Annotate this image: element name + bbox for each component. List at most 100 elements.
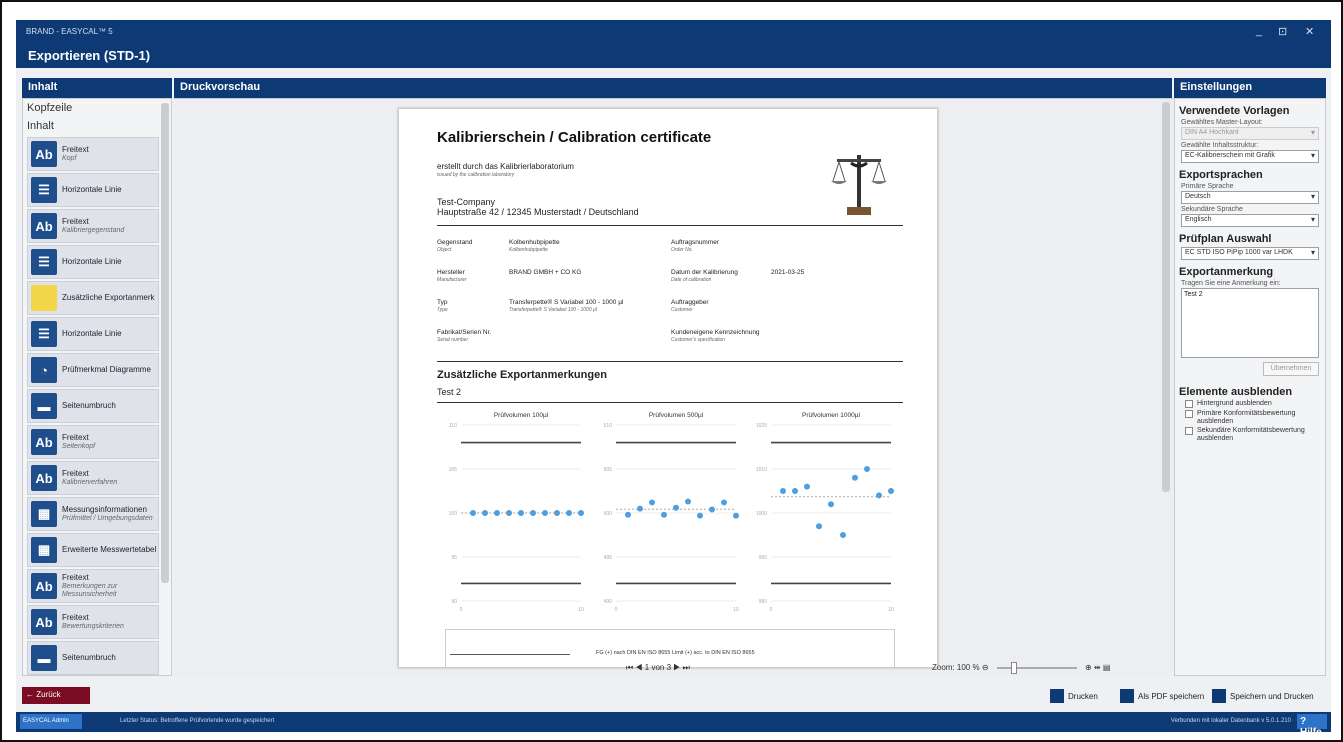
text-icon: Ab — [31, 465, 57, 491]
content-panel: Kopfzeile Inhalt Ab Freitext Kopf ☰ Horizont… — [22, 98, 172, 676]
print-button[interactable]: Drucken — [1050, 687, 1098, 705]
back-button[interactable]: ← Zurück — [22, 687, 90, 704]
content-item[interactable]: ▬ Seitenumbruch — [27, 389, 159, 423]
minimize-button[interactable]: _ — [1256, 25, 1262, 37]
close-button[interactable]: ✕ — [1305, 25, 1314, 38]
data-point — [470, 510, 476, 516]
chart-title: Prüfvolumen 100µl — [494, 412, 549, 419]
scales-logo-icon — [831, 155, 887, 215]
content-item-label: Zusätzliche Exportanmerk — [62, 293, 155, 303]
content-item[interactable]: Ab Freitext Kopf — [27, 137, 159, 171]
line-icon: ☰ — [31, 321, 57, 347]
field-key-en: Order No. — [671, 247, 693, 253]
restore-button[interactable]: ⊡ — [1278, 25, 1287, 38]
zoom-slider[interactable] — [996, 661, 1077, 674]
line-icon: ☰ — [31, 249, 57, 275]
data-point — [530, 510, 536, 516]
pdf-icon — [1120, 689, 1134, 703]
data-point — [637, 505, 643, 512]
content-item-label: Freitext — [62, 613, 89, 623]
primary-language-select[interactable]: Deutsch — [1181, 191, 1319, 204]
data-point — [482, 510, 488, 516]
preview-scrollbar[interactable] — [1162, 102, 1170, 492]
field-key-en: Object — [437, 247, 452, 253]
testplan-select[interactable]: EC STD ISO PiPip 1000 var LHDK — [1181, 247, 1319, 260]
save-pdf-button[interactable]: Als PDF speichern — [1120, 687, 1204, 705]
chart-title: Prüfvolumen 500µl — [649, 412, 704, 419]
y-tick-label: 510 — [604, 423, 613, 429]
help-button[interactable]: ? Hilfe — [1297, 714, 1327, 732]
page-navigation[interactable]: ⏮ ◀ 1 von 3 ▶ ⏭ — [626, 663, 690, 673]
content-item[interactable]: ☰ Horizontale Linie — [27, 173, 159, 207]
doc-company: Test-Company — [437, 197, 496, 207]
window-title: Exportieren (STD-1) — [28, 48, 151, 63]
y-tick-label: 490 — [604, 599, 613, 605]
zoom-out-icon[interactable]: ⊖ — [982, 663, 991, 672]
line-icon: ☰ — [31, 177, 57, 203]
content-item-label: Prüfmerkmal Diagramme — [62, 365, 151, 375]
data-point — [709, 506, 715, 513]
content-item[interactable]: ▦ Messungsinformationen Prüfmittel / Umgeb… — [27, 497, 159, 531]
content-item[interactable]: Zusätzliche Exportanmerk — [27, 281, 159, 315]
content-item[interactable]: Ab Freitext Kalibriergegenstand — [27, 209, 159, 243]
x-tick-label: 10 — [733, 607, 739, 613]
field-value-en: Transferpette® S Variabel 100 - 1000 µl — [509, 307, 598, 313]
user-badge[interactable]: EASYCAL Admin — [20, 714, 82, 729]
content-item[interactable]: ☰ Horizontale Linie — [27, 245, 159, 279]
data-point — [673, 504, 679, 511]
zoom-control: Zoom: 100 % ⊖ ⊕ ⇹ ▤ — [932, 661, 1111, 674]
y-tick-label: 105 — [449, 467, 458, 473]
content-item-label: Freitext — [62, 145, 89, 155]
chart-title: Prüfvolumen 1000µl — [802, 412, 861, 419]
section-inhalt[interactable]: Inhalt — [23, 117, 171, 135]
content-item-sub: Seitenkopf — [62, 442, 96, 450]
content-item-label: Horizontale Linie — [62, 257, 122, 267]
field-value: 2021-03-25 — [771, 269, 805, 276]
hide-secondary-conformity-checkbox[interactable]: Sekundäre Konformitätsbewertung ausblend… — [1185, 427, 1325, 442]
chart-legend: FG (+) nach DIN EN ISO 8655 Limit (+) ac… — [596, 650, 755, 656]
content-item[interactable]: ☰ Horizontale Linie — [27, 317, 159, 351]
data-point — [649, 499, 655, 506]
y-tick-label: 495 — [604, 555, 613, 561]
field-key: Kundeneigene Kennzeichnung — [671, 329, 760, 336]
content-structure-select[interactable]: EC-Kalibrierschein mit Grafik — [1181, 150, 1319, 163]
content-item-sub: Prüfmittel / Umgebungsdaten — [62, 514, 153, 522]
content-item-label: Freitext — [62, 433, 89, 443]
export-note-heading: Exportanmerkung — [1179, 266, 1274, 278]
x-tick-label: 0 — [770, 607, 773, 613]
zoom-in-icon[interactable]: ⊕ — [1085, 663, 1094, 672]
field-key: Fabrikat/Serien Nr. — [437, 329, 492, 336]
fit-width-icon[interactable]: ⇹ — [1094, 663, 1103, 672]
hide-background-checkbox[interactable]: Hintergrund ausblenden — [1185, 400, 1325, 408]
content-item[interactable]: ▦ Erweiterte Messwertetabel — [27, 533, 159, 567]
primary-language-label: Primäre Sprache — [1181, 183, 1234, 190]
x-tick-label: 0 — [615, 607, 618, 613]
y-tick-label: 90 — [451, 599, 457, 605]
page-break-icon: ▬ — [31, 645, 57, 671]
content-item[interactable]: ◔ Prüfmerkmal Diagramme — [27, 353, 159, 387]
export-note-textarea[interactable]: Test 2 — [1181, 288, 1319, 358]
left-scrollbar[interactable] — [161, 103, 169, 583]
content-item[interactable]: ▬ Seitenumbruch — [27, 641, 159, 675]
field-value: Kolbenhubpipette — [509, 239, 560, 246]
preview-header: Druckvorschau — [174, 78, 1172, 98]
hide-primary-conformity-checkbox[interactable]: Primäre Konformitätsbewertung ausblenden — [1185, 410, 1325, 425]
text-icon: Ab — [31, 141, 57, 167]
doc-issued-by-en: issued by the calibration laboratory — [437, 172, 515, 178]
save-and-print-button[interactable]: Speichern und Drucken — [1212, 687, 1314, 705]
secondary-language-select[interactable]: Englisch — [1181, 214, 1319, 227]
section-kopfzeile[interactable]: Kopfzeile — [23, 99, 171, 117]
page-break-icon: ▬ — [31, 393, 57, 419]
data-point — [661, 511, 667, 518]
content-item[interactable]: Ab Freitext Bemerkungen zur Messunsicherhe… — [27, 569, 159, 603]
content-item[interactable]: Ab Freitext Bewertungskriterien — [27, 605, 159, 639]
content-item[interactable]: Ab Freitext Seitenkopf — [27, 425, 159, 459]
apply-button[interactable]: Übernehmen — [1263, 362, 1319, 376]
fit-page-icon[interactable]: ▤ — [1103, 663, 1111, 672]
hide-elements-heading: Elemente ausblenden — [1179, 386, 1293, 398]
content-item[interactable]: Ab Freitext Kalibrierverfahren — [27, 461, 159, 495]
doc-address: Hauptstraße 42 / 12345 Musterstadt / Deu… — [437, 207, 639, 217]
data-point — [542, 510, 548, 516]
y-tick-label: 500 — [604, 511, 613, 517]
data-point — [792, 488, 798, 494]
